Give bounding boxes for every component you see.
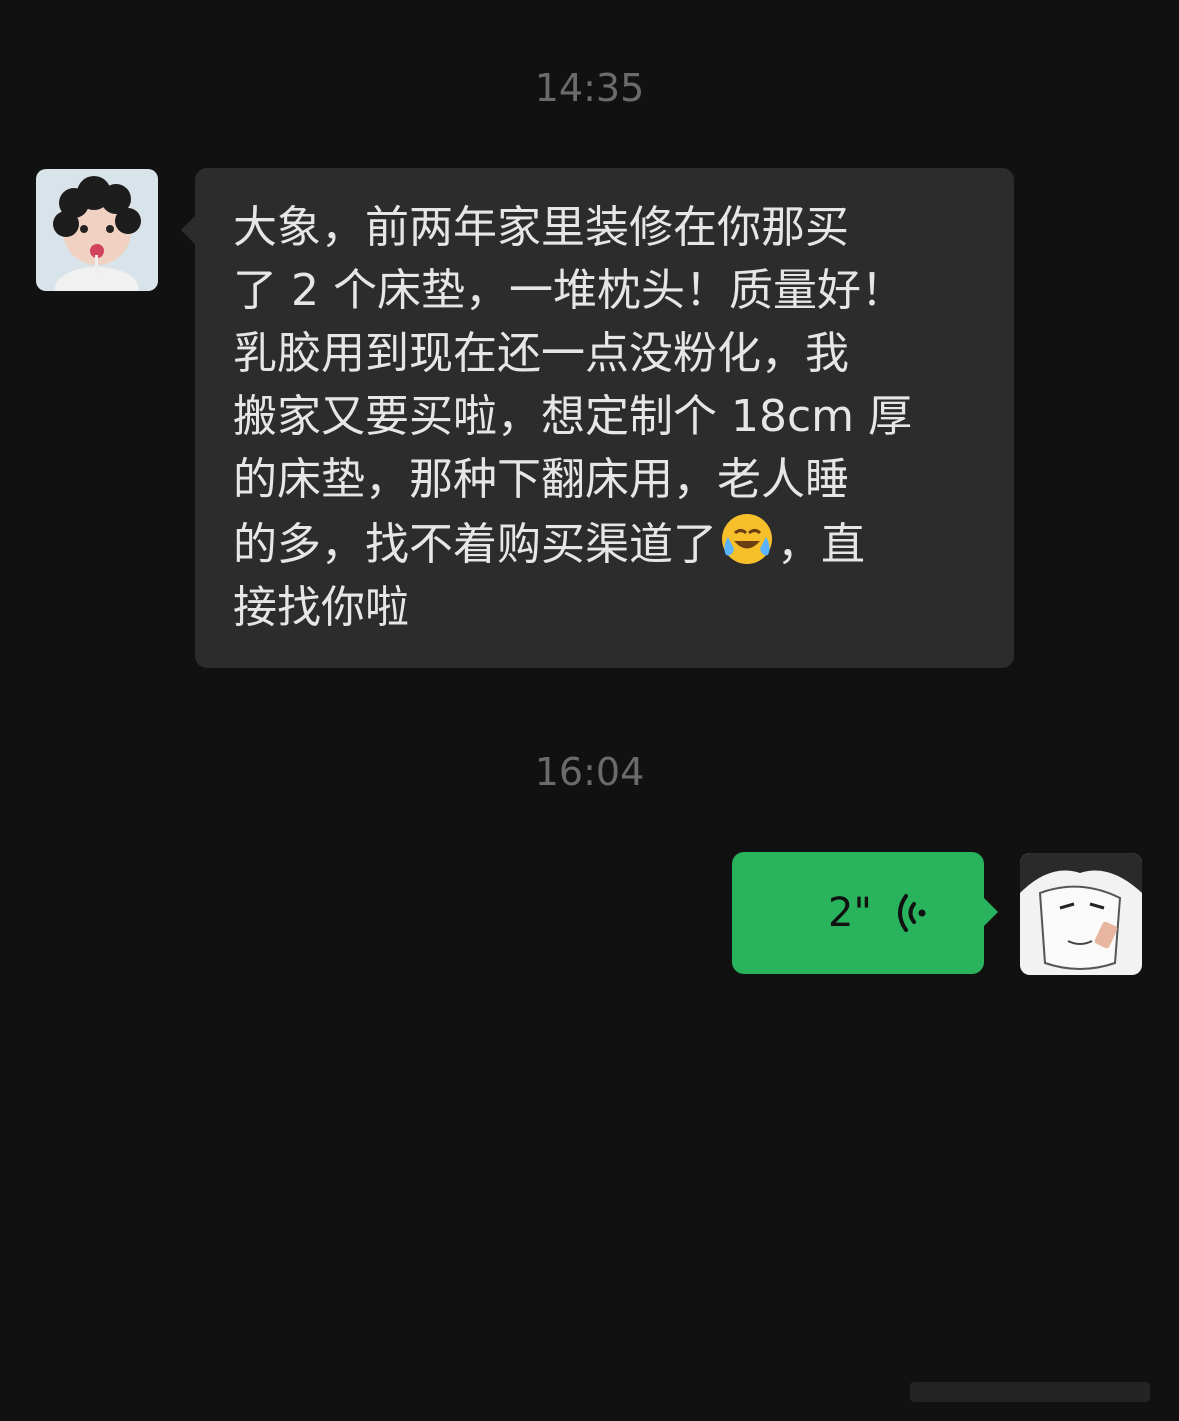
message-text-line: 乳胶用到现在还一点没粉化，我 — [233, 328, 849, 379]
incoming-message-bubble[interactable]: 大象，前两年家里装修在你那买 了 2 个床垫，一堆枕头！质量好！ 乳胶用到现在还… — [181, 168, 1014, 668]
message-text-line: 了 2 个床垫，一堆枕头！质量好！ — [233, 265, 905, 316]
child-avatar-photo-icon — [36, 169, 158, 291]
manga-character-avatar-icon — [1020, 853, 1142, 975]
outgoing-voice-message-bubble[interactable]: 2" — [732, 852, 998, 974]
watermark-icon — [910, 1382, 1150, 1402]
message-text-line-with-emoji: 的多，找不着购买渠道了 ，直 — [233, 511, 984, 576]
message-text-segment: 的多，找不着购买渠道了 — [233, 519, 717, 570]
timestamp: 14:35 — [534, 66, 645, 110]
contact-avatar[interactable] — [36, 169, 158, 291]
message-text-line: 大象，前两年家里装修在你那买 — [233, 202, 849, 253]
my-avatar[interactable] — [1020, 853, 1142, 975]
voice-duration-label: 2" — [828, 890, 872, 936]
timestamp: 16:04 — [534, 750, 645, 794]
face-with-tears-of-joy-emoji-icon — [722, 514, 772, 564]
voice-wave-icon — [898, 894, 926, 932]
message-text-line: 的床垫，那种下翻床用，老人睡 — [233, 454, 849, 505]
message-text-line: 接找你啦 — [233, 582, 409, 633]
message-text-segment: ，直 — [777, 519, 865, 570]
message-text-line: 搬家又要买啦，想定制个 18cm 厚 — [233, 391, 913, 442]
